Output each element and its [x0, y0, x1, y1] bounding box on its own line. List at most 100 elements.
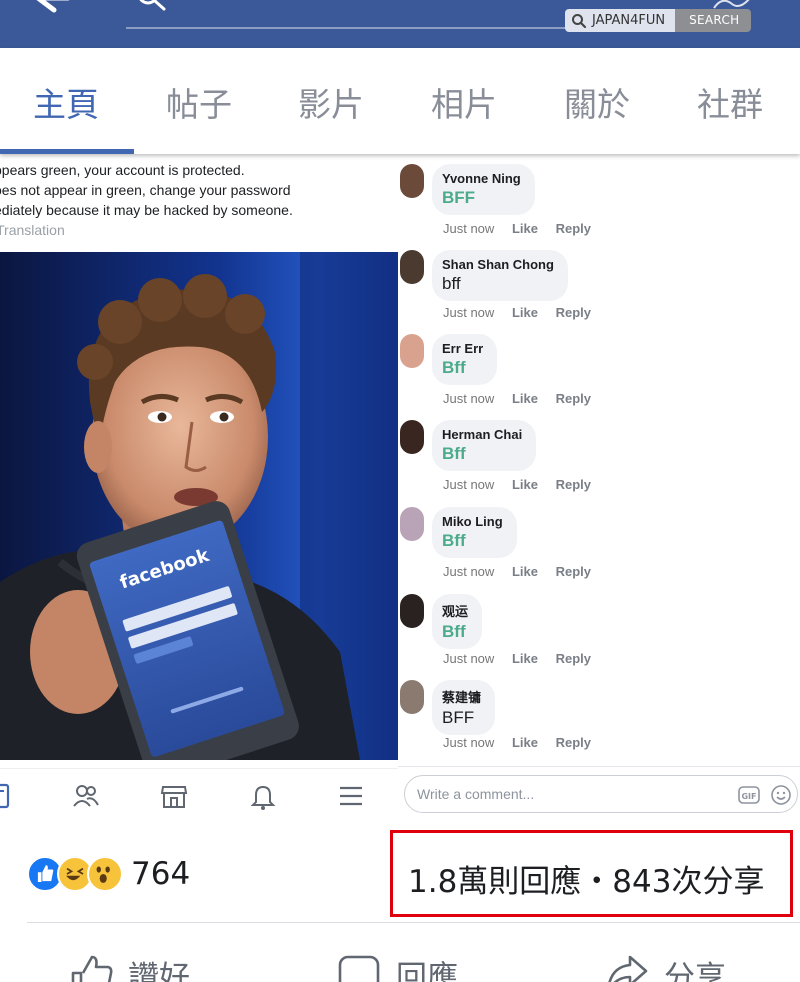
tab-videos[interactable]: 影片 [298, 78, 364, 126]
comment-meta: Just now Like Reply [443, 305, 605, 320]
commenter-avatar[interactable] [400, 594, 424, 628]
reaction-summary[interactable]: 764 [27, 856, 190, 892]
comment-like-link[interactable]: Like [512, 391, 538, 406]
top-bar: JAPAN4FUN SEARCH [0, 0, 800, 48]
comment-meta: Just now Like Reply [443, 477, 605, 492]
watermark-search-label: SEARCH [675, 9, 752, 32]
comment-like-link[interactable]: Like [512, 735, 538, 750]
comment-reply-link[interactable]: Reply [556, 735, 591, 750]
thumbs-up-icon [71, 955, 113, 982]
tab-photos[interactable]: 相片 [431, 78, 497, 126]
comment-bubble-icon [338, 955, 380, 982]
comments-screenshot-panel: Yvonne Ning BFF Just now Like Reply Shan… [398, 154, 800, 822]
marketplace-icon[interactable] [159, 781, 189, 811]
commenter-name[interactable]: Err Err [442, 341, 483, 356]
tab-home[interactable]: 主頁 [33, 78, 99, 126]
comment-text: Bff [442, 444, 466, 463]
watermark-site-label: JAPAN4FUN [592, 13, 666, 28]
comment-text: bff [442, 274, 461, 293]
comment-like-link[interactable]: Like [512, 305, 538, 320]
magnifier-icon [572, 13, 587, 28]
post-text-line: oes not appear in green, change your pas… [0, 182, 291, 198]
comment-text: BFF [442, 188, 476, 207]
post-action-bar: 讚好 回應 分享 [0, 923, 800, 982]
tab-about[interactable]: 關於 [564, 78, 630, 126]
comment-bubble: Yvonne Ning BFF [432, 164, 535, 215]
like-label: 讚好 [128, 959, 190, 982]
commenter-avatar[interactable] [400, 420, 424, 454]
news-feed-icon[interactable] [0, 781, 20, 811]
comment-time: Just now [443, 221, 495, 236]
post-text: ppears green, your account is protected.… [0, 160, 398, 220]
post-stats: 764 1.8萬則回應・843次分享 [0, 822, 800, 923]
comment-time: Just now [443, 477, 495, 492]
back-arrow-icon[interactable] [34, 0, 74, 16]
red-highlight-box [390, 830, 793, 917]
comment-time: Just now [443, 651, 495, 666]
comment-like-link[interactable]: Like [512, 564, 538, 579]
comment-input[interactable]: Write a comment... GIF [404, 775, 798, 813]
gif-icon[interactable]: GIF [738, 786, 760, 804]
wow-reaction-icon [87, 856, 123, 892]
comment-text: Bff [442, 358, 466, 377]
comment-time: Just now [443, 564, 495, 579]
tab-community[interactable]: 社群 [697, 78, 763, 126]
commenter-name[interactable]: Yvonne Ning [442, 171, 521, 186]
post-photo[interactable]: facebook [0, 252, 398, 760]
comment-meta: Just now Like Reply [443, 735, 605, 750]
comment-input-placeholder: Write a comment... [417, 786, 535, 802]
comment-like-link[interactable]: Like [512, 651, 538, 666]
comment-like-link[interactable]: Like [512, 221, 538, 236]
comment-reply-link[interactable]: Reply [556, 305, 591, 320]
post-photo-image: facebook [0, 252, 398, 760]
see-translation-link[interactable]: Translation [0, 222, 65, 238]
commenter-avatar[interactable] [400, 680, 424, 714]
comment-text: BFF [442, 708, 475, 727]
comment-meta: Just now Like Reply [443, 564, 605, 579]
comment-meta: Just now Like Reply [443, 221, 605, 236]
notifications-bell-icon[interactable] [248, 781, 278, 811]
commenter-avatar[interactable] [400, 507, 424, 541]
tab-posts[interactable]: 帖子 [166, 78, 232, 126]
comment-like-link[interactable]: Like [512, 477, 538, 492]
commenter-name[interactable]: 蔡建镛 [442, 687, 481, 706]
post-text-line: ediately because it may be hacked by som… [0, 202, 293, 218]
comment-bubble: 观运 Bff [432, 594, 483, 649]
comment-text: Bff [442, 622, 466, 641]
svg-text:GIF: GIF [741, 792, 756, 801]
comment-reply-link[interactable]: Reply [556, 477, 591, 492]
commenter-avatar[interactable] [400, 164, 424, 198]
share-button[interactable]: 分享 [604, 951, 726, 982]
like-button[interactable]: 讚好 [68, 951, 190, 982]
reaction-count: 764 [131, 856, 191, 892]
menu-icon[interactable] [336, 781, 366, 811]
commenter-name[interactable]: 观运 [442, 601, 468, 620]
watermark-logo-icon [713, 0, 750, 9]
app-bottom-nav [0, 768, 398, 822]
comment-reply-link[interactable]: Reply [556, 651, 591, 666]
comment-bubble: Miko Ling Bff [432, 507, 517, 558]
comment-composer: Write a comment... GIF [398, 766, 800, 822]
comment-bubble: Shan Shan Chong bff [432, 250, 568, 301]
search-icon[interactable] [134, 0, 170, 14]
comment-reply-link[interactable]: Reply [556, 564, 591, 579]
comment-time: Just now [443, 305, 495, 320]
commenter-avatar[interactable] [400, 250, 424, 284]
friends-icon[interactable] [71, 781, 101, 811]
active-tab-indicator [0, 149, 134, 154]
comment-button[interactable]: 回應 [336, 951, 458, 982]
comment-time: Just now [443, 735, 495, 750]
commenter-name[interactable]: Shan Shan Chong [442, 257, 554, 272]
comment-bubble: Err Err Bff [432, 334, 498, 385]
comment-bubble: Herman Chai Bff [432, 420, 537, 471]
comment-reply-link[interactable]: Reply [556, 221, 591, 236]
share-arrow-icon [608, 955, 648, 982]
comment-reply-link[interactable]: Reply [556, 391, 591, 406]
commenter-avatar[interactable] [400, 334, 424, 368]
commenter-name[interactable]: Herman Chai [442, 427, 522, 442]
comment-meta: Just now Like Reply [443, 391, 605, 406]
commenter-name[interactable]: Miko Ling [442, 514, 503, 529]
comment-bubble: 蔡建镛 BFF [432, 680, 496, 735]
emoji-icon[interactable] [770, 784, 792, 806]
share-label: 分享 [664, 959, 726, 982]
